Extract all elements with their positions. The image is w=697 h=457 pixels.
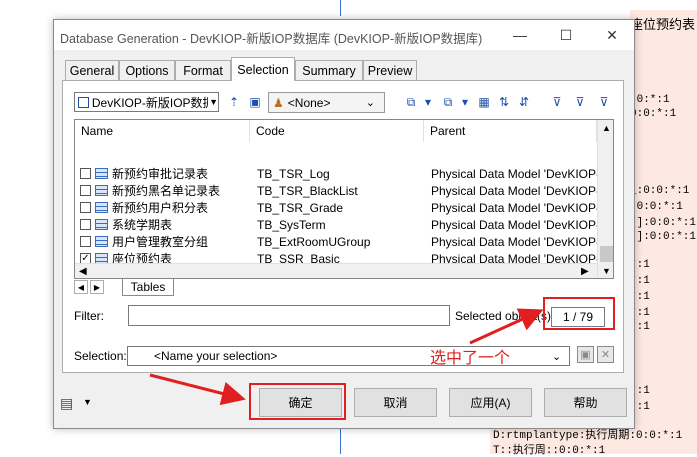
annotation-arrow xyxy=(149,373,246,406)
tab-selection[interactable]: Selection xyxy=(231,57,295,81)
annotation-arrows xyxy=(149,308,544,406)
annotation-arrow xyxy=(469,308,544,345)
